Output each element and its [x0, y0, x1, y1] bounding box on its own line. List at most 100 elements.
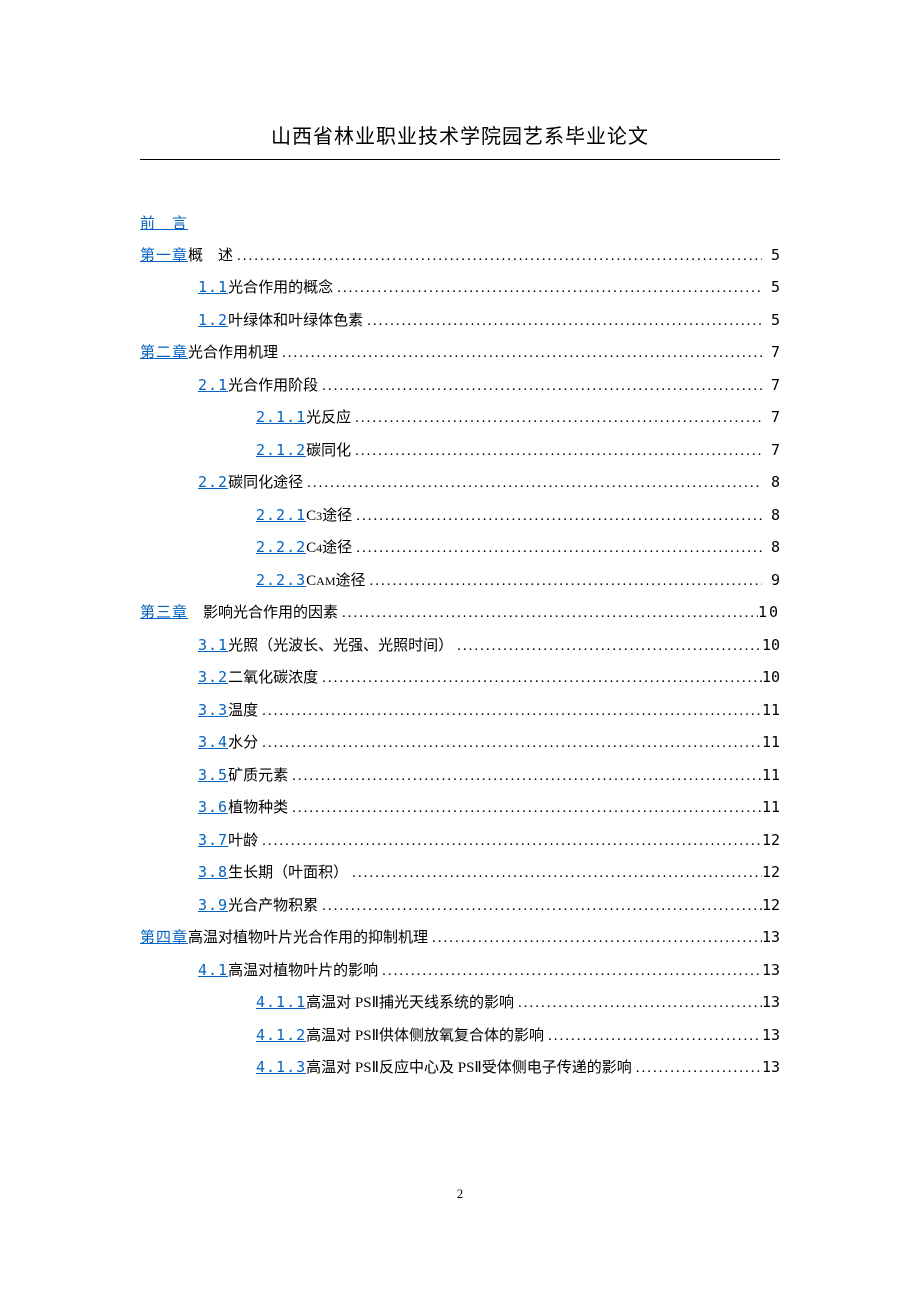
toc-link[interactable]: 3.9	[198, 890, 228, 922]
toc-entry: 3.4 水分 11	[140, 727, 780, 760]
toc-label: 光合作用阶段	[228, 371, 318, 403]
toc-entry: 3.5 矿质元素 11	[140, 760, 780, 793]
toc-leader-dots	[351, 436, 762, 468]
toc-page-number: 12	[762, 857, 780, 889]
toc-label: C	[306, 533, 316, 565]
toc-entry: 1.1 光合作用的概念 5	[140, 272, 780, 305]
toc-leader-dots	[318, 663, 762, 695]
toc-entry: 2.1 光合作用阶段 7	[140, 370, 780, 403]
toc-label: 叶绿体和叶绿体色素	[228, 306, 363, 338]
toc-entry: 第一章 概 述 5	[140, 240, 780, 273]
toc-link[interactable]: 第四章	[140, 922, 188, 954]
toc-link[interactable]: 第二章	[140, 337, 188, 369]
toc-entry: 3.6 植物种类 11	[140, 792, 780, 825]
toc-entry: 3.9 光合产物积累 12	[140, 890, 780, 923]
toc-link[interactable]: 1.1	[198, 272, 228, 304]
toc-page-number: 11	[762, 792, 780, 824]
toc-leader-dots	[233, 241, 762, 273]
toc-leader-dots	[378, 956, 762, 988]
toc-entry: 3.3 温度 11	[140, 695, 780, 728]
toc-leader-dots	[318, 371, 762, 403]
toc-label-suffix: 途径	[336, 566, 366, 598]
toc-entry: 3.7 叶龄 12	[140, 825, 780, 858]
toc-label: 高温对 PSⅡ反应中心及 PSⅡ受体侧电子传递的影响	[306, 1053, 632, 1085]
toc-leader-dots	[632, 1053, 762, 1085]
toc-link[interactable]: 第一章	[140, 240, 188, 272]
toc-leader-dots	[303, 468, 762, 500]
toc-label: 碳同化	[306, 436, 351, 468]
toc-entry: 3.1 光照（光波长、光强、光照时间） 10	[140, 630, 780, 663]
toc-entry: 4.1.3 高温对 PSⅡ反应中心及 PSⅡ受体侧电子传递的影响 13	[140, 1052, 780, 1085]
toc-link[interactable]: 2.2.1	[256, 500, 306, 532]
toc-entry: 2.1.2 碳同化 7	[140, 435, 780, 468]
toc-leader-dots	[318, 891, 762, 923]
toc-page-number: 12	[762, 890, 780, 922]
toc-link[interactable]: 3.7	[198, 825, 228, 857]
toc-leader-dots	[278, 338, 762, 370]
toc-leader-dots	[258, 826, 762, 858]
toc-page-number: 10	[762, 662, 780, 694]
toc-label: C	[306, 501, 316, 533]
page-title: 山西省林业职业技术学院园艺系毕业论文	[140, 120, 780, 160]
toc-subscript: AM	[316, 569, 335, 594]
toc-leader-dots	[258, 728, 762, 760]
toc-entry: 4.1.2 高温对 PSⅡ供体侧放氧复合体的影响 13	[140, 1020, 780, 1053]
toc-link[interactable]: 4.1.3	[256, 1052, 306, 1084]
toc-link[interactable]: 3.8	[198, 857, 228, 889]
toc-label-suffix: 途径	[322, 533, 352, 565]
toc-link[interactable]: 2.2.2	[256, 532, 306, 564]
toc-link[interactable]: 2.2	[198, 467, 228, 499]
toc-link[interactable]: 2.1.1	[256, 402, 306, 434]
toc-label-suffix: 途径	[322, 501, 352, 533]
toc-page-number: 11	[762, 727, 780, 759]
toc-link[interactable]: 4.1	[198, 955, 228, 987]
toc-link[interactable]: 3.2	[198, 662, 228, 694]
toc-link[interactable]: 4.1.2	[256, 1020, 306, 1052]
toc-link[interactable]: 3.6	[198, 792, 228, 824]
toc-page-number: 7	[762, 370, 780, 402]
toc-label: 碳同化途径	[228, 468, 303, 500]
toc-label: 概 述	[188, 241, 233, 273]
toc-page-number: 8	[762, 467, 780, 499]
toc-entry: 3.2 二氧化碳浓度 10	[140, 662, 780, 695]
toc-link[interactable]: 3.1	[198, 630, 228, 662]
toc-entry: 4.1.1 高温对 PSⅡ捕光天线系统的影响 13	[140, 987, 780, 1020]
toc-link[interactable]: 3.4	[198, 727, 228, 759]
toc-label: 矿质元素	[228, 761, 288, 793]
toc-entry: 2.1.1 光反应 7	[140, 402, 780, 435]
toc-link[interactable]: 4.1.1	[256, 987, 306, 1019]
toc-entry: 2.2.3 CAM途径 9	[140, 565, 780, 598]
toc-page-number: 13	[762, 922, 780, 954]
toc-entry: 2.2 碳同化途径 8	[140, 467, 780, 500]
toc-link[interactable]: 2.2.3	[256, 565, 306, 597]
toc-entry: 2.2.2 C4途径 8	[140, 532, 780, 565]
toc-entry: 第四章 高温对植物叶片光合作用的抑制机理 13	[140, 922, 780, 955]
toc-leader-dots	[258, 696, 762, 728]
toc-page-number: 13	[762, 955, 780, 987]
toc-entry: 2.2.1 C3途径 8	[140, 500, 780, 533]
toc-label: 二氧化碳浓度	[228, 663, 318, 695]
toc-label: 高温对植物叶片光合作用的抑制机理	[188, 923, 428, 955]
toc-link[interactable]: 第三章	[140, 597, 188, 629]
toc-label: 光合作用机理	[188, 338, 278, 370]
toc-page-number: 13	[762, 1052, 780, 1084]
toc-page-number: 9	[762, 565, 780, 597]
toc-label: 植物种类	[228, 793, 288, 825]
toc-label: 生长期（叶面积）	[228, 858, 348, 890]
toc-leader-dots	[428, 923, 762, 955]
toc-link[interactable]: 2.1	[198, 370, 228, 402]
toc-leader-dots	[366, 566, 762, 598]
toc-leader-dots	[333, 273, 762, 305]
toc-link[interactable]: 前 言	[140, 208, 188, 240]
toc-link[interactable]: 2.1.2	[256, 435, 306, 467]
toc-page-number: 8	[762, 500, 780, 532]
toc-page-number: 7	[762, 337, 780, 369]
toc-leader-dots	[351, 403, 762, 435]
toc-leader-dots	[338, 598, 758, 630]
toc-link[interactable]: 1.2	[198, 305, 228, 337]
toc-page-number: 7	[762, 435, 780, 467]
toc-link[interactable]: 3.3	[198, 695, 228, 727]
toc-page-number: 5	[762, 305, 780, 337]
toc-link[interactable]: 3.5	[198, 760, 228, 792]
toc-label: C	[306, 566, 316, 598]
